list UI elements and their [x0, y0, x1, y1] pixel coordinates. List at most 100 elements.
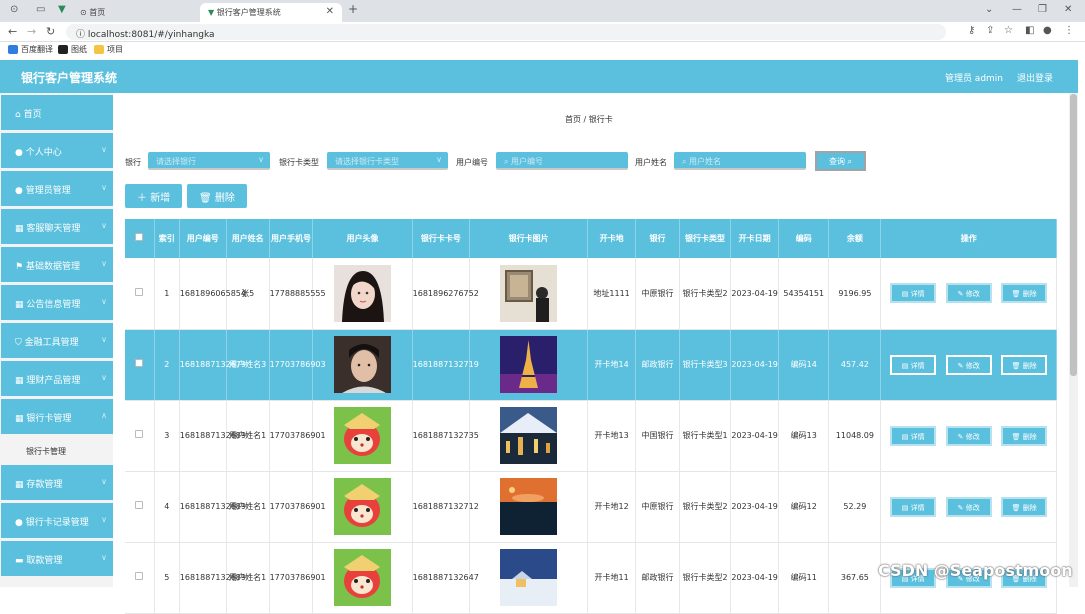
user-no-input[interactable]: ⌕ 用户编号 [496, 152, 628, 170]
user-name-cell: 用户姓名1 [226, 542, 270, 614]
user-name-input[interactable]: ⌕ 用户姓名 [674, 152, 806, 170]
sidebar-item-home[interactable]: ⌂ 首页 [1, 95, 113, 130]
balance-cell: 11048.09 [828, 400, 882, 472]
sidebar-item-deposit[interactable]: ▦ 存款管理 ∨ [1, 465, 113, 500]
home-icon: ⌂ [15, 110, 21, 120]
restore-icon[interactable]: ❐ [1038, 4, 1047, 18]
sidebar-item-basedata[interactable]: ⚑ 基础数据管理 ∨ [1, 247, 113, 282]
key-icon[interactable]: ⚷ [968, 25, 975, 36]
bookmark-translate[interactable]: 百度翻译 [8, 42, 53, 56]
menu-icon[interactable]: ⋮ [1064, 25, 1074, 36]
phone-cell: 17703786901 [269, 400, 326, 472]
query-button[interactable]: 查询 ⌕ [815, 151, 866, 171]
reload-icon[interactable]: ↻ [46, 25, 55, 38]
sidebar-item-cards[interactable]: ▦ 银行卡管理 ∧ [1, 399, 113, 434]
bookmark-projects[interactable]: 项目 [94, 42, 123, 56]
share-icon[interactable]: ⇪ [986, 25, 994, 36]
row-checkbox[interactable] [135, 501, 144, 509]
forward-icon[interactable]: → [27, 25, 36, 38]
chevron-down-icon: ∨ [101, 477, 107, 486]
place-cell: 开卡地11 [587, 542, 637, 614]
blank-tab-icon[interactable]: ▭ [36, 4, 45, 18]
date-cell: 2023-04-19 [730, 542, 780, 614]
row-checkbox[interactable] [135, 572, 144, 580]
avatar-image [334, 336, 392, 393]
delete-button[interactable]: 🗑 删除 [1001, 354, 1048, 375]
table-header-row: 索引 用户编号 用户姓名 用户手机号 用户头像 银行卡卡号 银行卡图片 开卡地 … [125, 219, 1057, 258]
url-text: localhost:8081/#/yinhangka [87, 30, 215, 40]
user-no-cell: 1681887132689 [179, 400, 246, 472]
sidepanel-icon[interactable]: ◧ [1025, 25, 1034, 36]
search-icon: ⌕ [682, 157, 687, 166]
star-icon[interactable]: ☆ [1004, 25, 1013, 36]
sidebar-item-admin[interactable]: ● 管理员管理 ∨ [1, 171, 113, 206]
detail-button[interactable]: ▤ 详情 [890, 283, 937, 304]
delete-button[interactable]: 🗑 删除 [1001, 425, 1048, 446]
table-row[interactable]: 1 1681896065854 张5 17788885555 168189627… [125, 258, 1057, 330]
detail-button[interactable]: ▤ 详情 [890, 354, 937, 375]
date-cell: 2023-04-19 [730, 471, 780, 543]
delete-button[interactable]: 🗑 删除 [1001, 496, 1048, 517]
sidebar-subitem-cards[interactable]: 银行卡管理 [26, 446, 66, 457]
edit-icon: ✎ [957, 361, 964, 370]
profile-icon[interactable]: ● [1043, 25, 1052, 36]
sidebar-item-label: 取款管理 [26, 556, 63, 566]
user-no-cell: 1681887132679 [179, 329, 246, 401]
sidebar-item-label: 管理员管理 [25, 186, 71, 196]
tab-home-label: 首页 [89, 8, 106, 17]
chevron-down-icon[interactable]: ⌄ [985, 4, 993, 18]
table-row[interactable]: 3 1681887132689 用户姓名1 17703786901 168188… [125, 400, 1057, 472]
card-image [500, 478, 558, 535]
grid-icon: ▦ [15, 480, 24, 490]
row-checkbox[interactable] [135, 430, 144, 438]
add-button[interactable]: ＋ 新增 [125, 184, 183, 208]
bank-filter-label: 银行 [125, 158, 141, 167]
edit-button[interactable]: ✎ 修改 [945, 496, 992, 517]
sidebar-item-finance-tools[interactable]: ⛉ 金融工具管理 ∨ [1, 323, 113, 358]
scrollbar-thumb[interactable] [1070, 94, 1077, 376]
table-row[interactable]: 2 1681887132679 用户姓名3 17703786903 168188… [125, 329, 1057, 401]
bank-select[interactable]: 请选择银行 ∨ [148, 152, 270, 170]
close-icon[interactable]: ✕ [326, 6, 334, 17]
detail-button[interactable]: ▤ 详情 [890, 425, 937, 446]
avatar-image [334, 549, 392, 606]
delete-button[interactable]: 🗑 删除 [1001, 283, 1048, 304]
breadcrumb-home[interactable]: 首页 [565, 115, 581, 124]
edit-button[interactable]: ✎ 修改 [945, 354, 992, 375]
detail-button[interactable]: ▤ 详情 [890, 496, 937, 517]
tab-bank-system[interactable]: ▼ 银行客户管理系统 ✕ [200, 3, 342, 22]
edit-button[interactable]: ✎ 修改 [945, 425, 992, 446]
row-select-cell [125, 400, 155, 472]
column-header: 开卡日期 [730, 219, 780, 258]
card-type-cell: 银行卡类型2 [679, 471, 732, 543]
bookmark-drawings[interactable]: 图纸 [58, 42, 87, 56]
sidebar-item-personal[interactable]: ● 个人中心 ∨ [1, 133, 113, 168]
tab-home[interactable]: ⊙ 首页 [72, 3, 200, 22]
bank-select-placeholder: 请选择银行 [156, 157, 196, 166]
card-type-select[interactable]: 请选择银行卡类型 ∨ [327, 152, 448, 170]
new-tab-icon[interactable]: + [348, 2, 358, 16]
card-image [500, 549, 558, 606]
select-all-checkbox[interactable] [135, 233, 144, 241]
window-close-icon[interactable]: ✕ [1064, 4, 1072, 18]
chrome-icon[interactable]: ⊙ [10, 4, 18, 18]
bank-cell: 中原银行 [635, 471, 680, 543]
sidebar-item-wealth[interactable]: ▦ 理财产品管理 ∨ [1, 361, 113, 396]
url-field[interactable]: ⓘ localhost:8081/#/yinhangka [66, 24, 946, 40]
batch-delete-button[interactable]: 🗑 删除 [187, 184, 247, 208]
row-checkbox[interactable] [135, 359, 144, 367]
sidebar-item-notice[interactable]: ▦ 公告信息管理 ∨ [1, 285, 113, 320]
tab-bank-label: 银行客户管理系统 [216, 8, 281, 17]
minimize-icon[interactable]: — [1012, 4, 1022, 18]
sidebar-item-card-records[interactable]: ● 银行卡记录管理 ∨ [1, 503, 113, 538]
table-row[interactable]: 4 1681887132689 用户姓名1 17703786901 168188… [125, 471, 1057, 543]
sidebar-item-chat[interactable]: ▦ 客服聊天管理 ∨ [1, 209, 113, 244]
logout-link[interactable]: 退出登录 [1017, 71, 1053, 84]
sidebar-item-withdraw[interactable]: ▬ 取款管理 ∨ [1, 541, 113, 576]
card-type-filter-label: 银行卡类型 [279, 158, 319, 167]
chevron-down-icon: ∨ [436, 155, 442, 164]
row-checkbox[interactable] [135, 287, 144, 296]
edit-button[interactable]: ✎ 修改 [945, 283, 992, 304]
back-icon[interactable]: ← [8, 25, 17, 38]
vue-icon: ▼ [208, 8, 215, 17]
